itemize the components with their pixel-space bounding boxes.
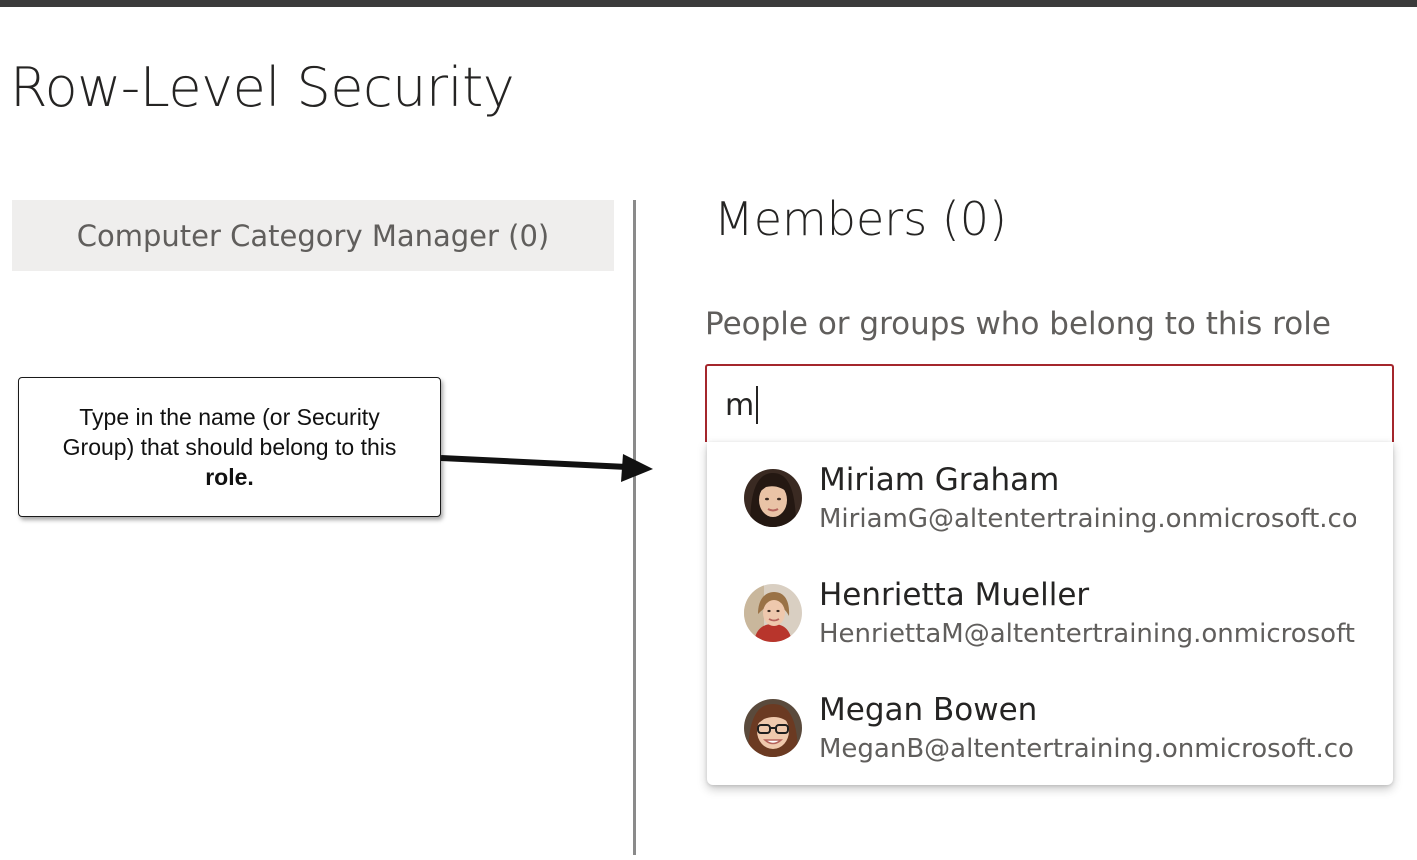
member-search-input[interactable] [725,380,1365,430]
suggestion-megan-bowen[interactable]: Megan Bowen MeganB@altentertraining.onmi… [707,672,1393,786]
top-border [0,0,1417,7]
text-caret [756,386,758,424]
page-title: Row-Level Security [10,56,515,119]
person-avatar-icon [744,469,802,527]
callout-text-line: Group) that should belong to this [62,434,397,460]
suggestion-henrietta-mueller[interactable]: Henrietta Mueller HenriettaM@altentertra… [707,557,1393,671]
person-name: Megan Bowen [819,692,1038,728]
role-item-label: Computer Category Manager (0) [76,218,550,253]
person-name: Henrietta Mueller [819,577,1090,613]
callout-arrow-icon [441,454,653,482]
person-avatar-icon [744,699,802,757]
member-search-box[interactable] [705,364,1394,442]
callout-text-bold: role. [205,464,254,490]
people-suggestions-list: Miriam Graham MiriamG@altentertraining.o… [707,442,1393,785]
person-name: Miriam Graham [819,462,1060,498]
members-title: Members (0) [714,192,1007,246]
members-field-label: People or groups who belong to this role [705,306,1331,342]
person-email: HenriettaM@altentertraining.onmicrosoft.… [819,619,1356,649]
person-email: MiriamG@altentertraining.onmicrosoft.com [819,504,1356,534]
person-email: MeganB@altentertraining.onmicrosoft.com [819,734,1356,764]
suggestion-miriam-graham[interactable]: Miriam Graham MiriamG@altentertraining.o… [707,442,1393,556]
panel-divider [633,200,636,855]
person-avatar-icon [744,584,802,642]
role-item-computer-category-manager[interactable]: Computer Category Manager (0) [12,200,614,271]
annotation-callout: Type in the name (or Security Group) tha… [18,377,441,517]
callout-text-line: Type in the name (or Security [79,404,380,430]
